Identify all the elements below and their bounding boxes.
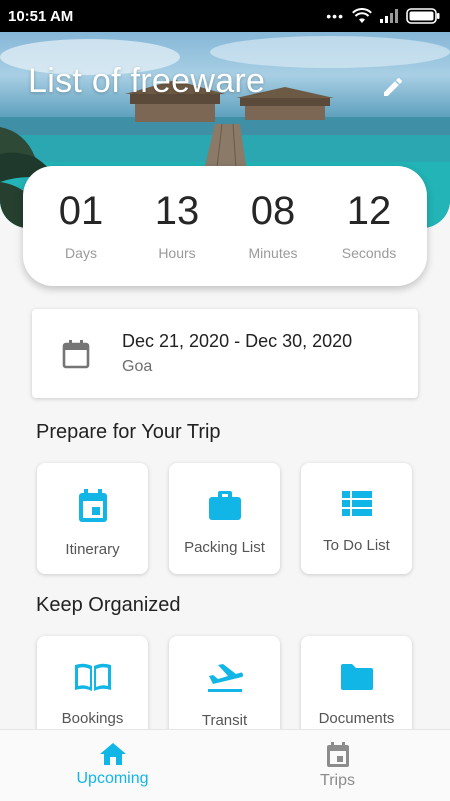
countdown-label: Seconds [341,245,397,261]
briefcase-icon [208,491,241,520]
nav-upcoming[interactable]: Upcoming [0,730,225,801]
edit-button[interactable] [378,72,408,102]
airplane-takeoff-icon [207,664,243,692]
countdown-label: Minutes [248,245,298,261]
tile-label: Packing List [184,539,265,556]
itinerary-tile[interactable]: Itinerary [37,463,148,574]
countdown-label: Hours [158,245,196,261]
tile-label: Itinerary [65,541,120,558]
trip-date-card[interactable]: Dec 21, 2020 - Dec 30, 2020 Goa [32,309,418,398]
countdown-card: 01 Days 13 Hours 08 Minutes 12 Seconds [23,166,427,286]
tile-label: Documents [318,710,395,727]
event-calendar-icon [78,489,107,522]
trip-date-range: Dec 21, 2020 - Dec 30, 2020 [122,331,353,351]
battery-icon [406,8,440,24]
more-dots-icon: ••• [326,8,344,24]
tile-label: Bookings [61,710,124,727]
folder-icon [340,664,373,690]
wifi-icon [352,8,372,23]
countdown-seconds: 12 Seconds [329,191,409,261]
nav-label: Upcoming [76,770,149,787]
status-icons: ••• [326,8,440,24]
section-title-organized: Keep Organized [36,594,181,616]
packing-list-tile[interactable]: Packing List [169,463,280,574]
section-title-prepare: Prepare for Your Trip [36,421,221,443]
countdown-value: 01 [58,189,104,233]
bottom-navigation: Upcoming Trips [0,729,450,801]
status-time: 10:51 AM [8,7,74,25]
status-bar: 10:51 AM ••• [0,0,450,32]
countdown-hours: 13 Hours [137,191,217,261]
nav-label: Trips [320,772,355,789]
countdown-value: 13 [154,189,200,233]
pencil-icon [384,77,402,96]
signal-icon [380,9,398,23]
home-icon [99,743,126,765]
todo-list-tile[interactable]: To Do List [301,463,412,574]
countdown-days: 01 Days [41,191,121,261]
book-icon [74,663,111,691]
countdown-value: 12 [346,189,392,233]
tile-label: To Do List [323,537,390,554]
calendar-icon [62,339,90,368]
countdown-value: 08 [250,189,296,233]
page-title: List of freeware [28,62,266,100]
countdown-label: Days [65,245,97,261]
nav-trips[interactable]: Trips [225,730,450,801]
calendar-icon [326,742,349,767]
list-icon [341,491,372,516]
trip-date-texts: Dec 21, 2020 - Dec 30, 2020 Goa [122,331,352,376]
trip-location: Goa [122,358,153,375]
countdown-minutes: 08 Minutes [233,191,313,261]
tile-label: Transit [201,712,248,729]
